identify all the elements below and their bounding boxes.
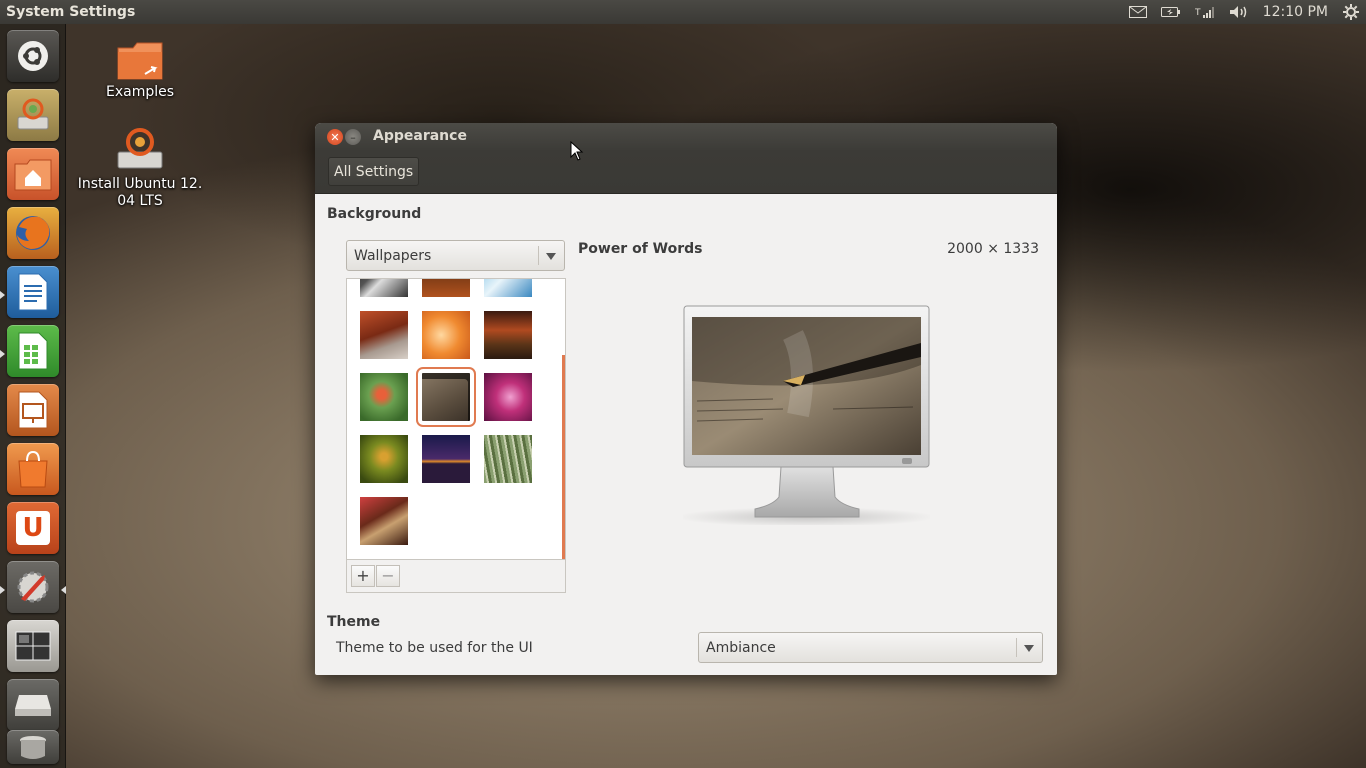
shopping-bag-icon [18, 450, 48, 488]
appearance-window: ✕ – Appearance All Settings Background W… [315, 123, 1057, 675]
calc-launcher-button[interactable] [7, 325, 59, 377]
desktop-icon-install-ubuntu[interactable]: Install Ubuntu 12. 04 LTS [70, 124, 210, 210]
wallpaper-thumbnail[interactable] [360, 435, 408, 483]
add-wallpaper-button[interactable]: + [351, 565, 375, 587]
wallpaper-preview-monitor [676, 305, 936, 527]
dash-home-button[interactable] [7, 30, 59, 82]
wallpaper-thumbnail[interactable] [360, 279, 408, 297]
ubuntu-one-icon: U [16, 511, 50, 545]
window-titlebar[interactable]: ✕ – Appearance [315, 123, 1057, 151]
wallpaper-thumbnail-selected[interactable] [416, 367, 476, 427]
minimize-icon: – [350, 130, 356, 144]
desktop-icon-label: Install Ubuntu 12. 04 LTS [77, 176, 203, 209]
network-icon[interactable]: T [1195, 0, 1215, 24]
folder-link-icon [117, 42, 163, 80]
svg-text:T: T [1195, 8, 1201, 18]
workspace-switcher-button[interactable] [7, 620, 59, 672]
wallpaper-thumbnail[interactable] [422, 279, 470, 297]
trash-icon [20, 736, 46, 759]
wallpaper-thumbnail[interactable] [360, 311, 408, 359]
dropdown-separator [1016, 638, 1017, 657]
close-button[interactable]: ✕ [327, 129, 343, 145]
wallpaper-dimensions: 2000 × 1333 [947, 241, 1039, 257]
chevron-down-icon [546, 253, 556, 260]
minimize-button[interactable]: – [345, 129, 361, 145]
wallpaper-thumbnail[interactable] [360, 373, 408, 421]
wallpaper-thumbnail[interactable] [484, 435, 532, 483]
wallpaper-grid-scrollbar[interactable] [562, 355, 565, 559]
software-center-launcher-button[interactable] [7, 443, 59, 495]
home-folder-icon [14, 159, 52, 191]
theme-dropdown[interactable]: Ambiance [698, 632, 1043, 663]
wallpaper-thumbnail[interactable] [484, 279, 532, 297]
close-icon: ✕ [330, 130, 340, 144]
wallpaper-thumbnail[interactable] [422, 311, 470, 359]
system-settings-launcher-button[interactable] [7, 561, 59, 613]
mail-icon[interactable] [1128, 0, 1147, 24]
desktop-icon-label: Examples [105, 84, 175, 100]
wallpaper-grid[interactable] [346, 278, 566, 560]
theme-label: Theme to be used for the UI [336, 640, 533, 656]
theme-section-title: Theme [327, 614, 381, 630]
calc-icon [18, 332, 48, 370]
trash-launcher-button[interactable] [7, 730, 59, 764]
wallpaper-thumbnail[interactable] [484, 311, 532, 359]
writer-icon [18, 273, 48, 311]
drive-icon [15, 695, 51, 716]
desktop-icon-examples[interactable]: Examples [100, 40, 180, 101]
drive-launcher-button[interactable] [7, 679, 59, 731]
ubuntu-one-launcher-button[interactable]: U [7, 502, 59, 554]
launcher: U [0, 24, 66, 768]
installer-launcher-button[interactable] [7, 89, 59, 141]
background-source-value: Wallpapers [354, 247, 432, 264]
active-app-title: System Settings [6, 4, 136, 20]
workspaces-icon [15, 631, 51, 661]
settings-wrench-icon [17, 571, 49, 603]
top-panel: System Settings T 12:10 PM [0, 0, 1366, 24]
firefox-icon [16, 216, 50, 250]
firefox-launcher-button[interactable] [7, 207, 59, 259]
battery-icon[interactable] [1160, 0, 1181, 24]
installer-icon [17, 98, 49, 130]
mouse-cursor-icon [570, 141, 584, 161]
theme-value: Ambiance [706, 639, 776, 656]
window-toolbar: All Settings [315, 151, 1057, 194]
remove-wallpaper-button[interactable]: − [376, 565, 400, 587]
background-section-title: Background [327, 206, 422, 222]
home-folder-launcher-button[interactable] [7, 148, 59, 200]
session-gear-icon[interactable] [1342, 0, 1360, 24]
window-title: Appearance [373, 128, 467, 144]
background-source-dropdown[interactable]: Wallpapers [346, 240, 565, 271]
wallpaper-thumbnail[interactable] [484, 373, 532, 421]
ubuntu-logo-icon [18, 41, 48, 71]
indicator-area: T 12:10 PM [1128, 0, 1360, 24]
volume-icon[interactable] [1229, 0, 1249, 24]
wallpaper-name: Power of Words [578, 241, 703, 257]
wallpaper-thumbnail[interactable] [360, 497, 408, 545]
chevron-down-icon [1024, 645, 1034, 652]
wallpaper-thumbnail[interactable] [422, 435, 470, 483]
impress-launcher-button[interactable] [7, 384, 59, 436]
writer-launcher-button[interactable] [7, 266, 59, 318]
installer-icon [117, 128, 163, 169]
impress-icon [18, 391, 48, 429]
wallpaper-list-toolbar: + − [346, 560, 566, 593]
clock[interactable]: 12:10 PM [1263, 0, 1328, 24]
all-settings-button[interactable]: All Settings [328, 157, 420, 186]
dropdown-separator [538, 246, 539, 265]
